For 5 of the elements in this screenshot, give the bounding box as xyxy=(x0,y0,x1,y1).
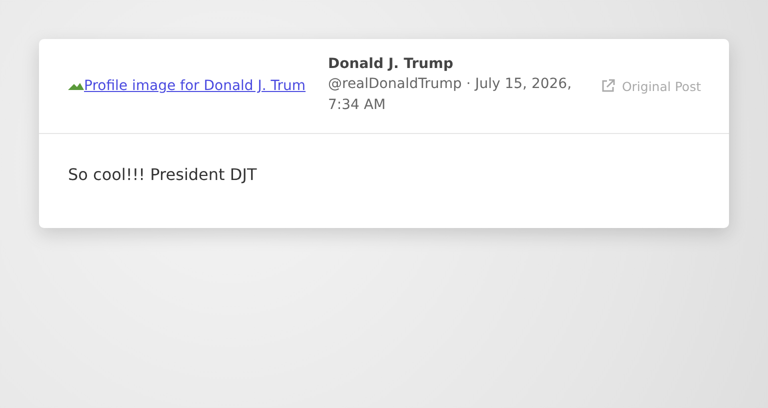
handle-and-date: @realDonaldTrump · July 15, 2026, 7:34 AM xyxy=(328,75,573,115)
author-name: Donald J. Trump xyxy=(328,56,454,72)
external-link-icon xyxy=(600,79,615,93)
profile-image-link[interactable]: Profile image for Donald J. Trum xyxy=(84,78,306,94)
post-text: So cool!!! President DJT xyxy=(67,164,258,186)
